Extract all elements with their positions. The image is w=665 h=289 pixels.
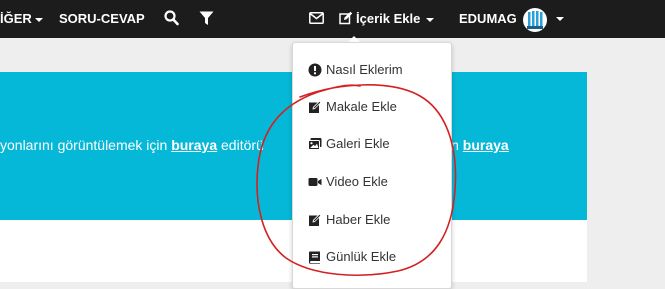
dropdown-item-label: Haber Ekle <box>326 212 391 227</box>
content-add-menu[interactable]: İçerik Ekle <box>339 0 435 38</box>
brand-user-menu[interactable]: EDUMAG <box>459 0 517 38</box>
edit-icon <box>309 100 322 113</box>
dropdown-item-add-gallery[interactable]: Galeri Ekle <box>293 129 451 159</box>
banner-text-left: yonlarını görüntülemek için buraya editö… <box>0 137 264 153</box>
dropdown-item-add-article[interactable]: Makale Ekle <box>293 92 451 122</box>
caret-down-icon[interactable] <box>556 17 564 21</box>
exclamation-circle-icon <box>308 63 322 77</box>
caret-down-icon <box>34 17 43 22</box>
dropdown-item-add-video[interactable]: Video Ekle <box>293 167 451 197</box>
edit-icon <box>309 213 322 226</box>
content-add-dropdown: Nasıl Eklerim Makale Ekle Galeri Ekle Vi… <box>292 42 452 289</box>
page-background <box>587 38 665 282</box>
dropdown-item-label: Video Ekle <box>326 174 388 189</box>
banner-link-buraya[interactable]: buraya <box>171 137 217 153</box>
nav-item-categories[interactable]: İĞER <box>0 0 43 38</box>
nav-item-soru-cevap[interactable]: SORU-CEVAP <box>59 0 145 38</box>
envelope-icon[interactable] <box>309 12 324 26</box>
banner-text-part: yonlarını görüntülemek için <box>0 137 172 153</box>
content-add-menu-label: İçerik Ekle <box>356 11 421 26</box>
dropdown-item-label: Günlük Ekle <box>326 249 397 264</box>
brand-logo-avatar[interactable] <box>522 7 548 33</box>
brand-label: EDUMAG <box>459 11 517 26</box>
dropdown-item-label: Nasıl Eklerim <box>326 62 403 77</box>
nav-item-soru-cevap-label: SORU-CEVAP <box>59 11 145 26</box>
edit-icon <box>339 11 353 25</box>
images-icon <box>308 138 322 150</box>
search-icon[interactable] <box>164 10 179 26</box>
dropdown-item-add-journal[interactable]: Günlük Ekle <box>293 242 451 272</box>
top-navbar: İĞER SORU-CEVAP İçerik Ekle EDUMAG <box>0 0 665 38</box>
video-icon <box>308 178 322 186</box>
dropdown-item-label: Makale Ekle <box>326 99 397 114</box>
banner-text-right: in buraya <box>448 137 509 153</box>
dropdown-item-how-to-add[interactable]: Nasıl Eklerim <box>293 55 451 85</box>
filter-icon[interactable] <box>199 11 214 27</box>
dropdown-item-label: Galeri Ekle <box>326 136 390 151</box>
dropdown-item-add-news[interactable]: Haber Ekle <box>293 205 451 235</box>
banner-link-buraya[interactable]: buraya <box>463 137 509 153</box>
banner-text-part: editörü <box>217 137 264 153</box>
caret-down-icon <box>426 17 435 22</box>
book-icon <box>309 251 320 264</box>
nav-item-categories-label: İĞER <box>0 11 32 26</box>
